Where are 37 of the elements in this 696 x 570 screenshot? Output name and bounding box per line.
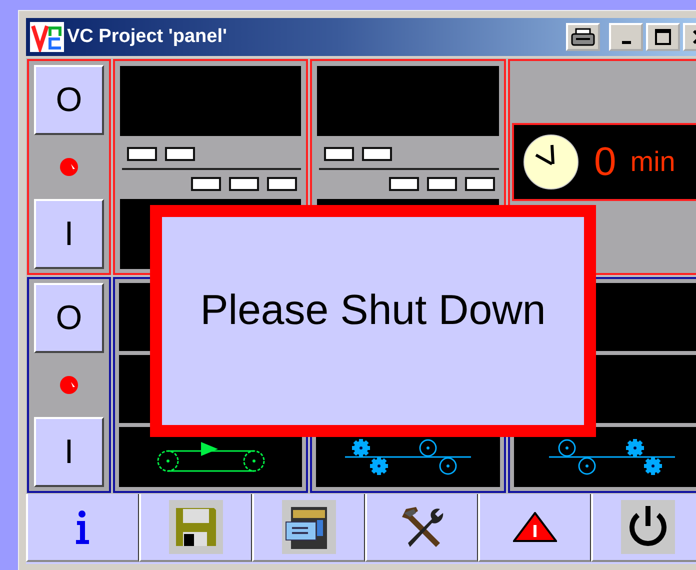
clock-icon: [522, 133, 580, 191]
status-light: [389, 177, 419, 191]
status-light: [191, 177, 221, 191]
warning-icon: [513, 512, 557, 542]
on-button[interactable]: I: [34, 199, 104, 269]
status-light: [324, 147, 354, 161]
info-button[interactable]: [26, 494, 139, 562]
app-logo-icon: [30, 22, 64, 52]
status-light: [229, 177, 259, 191]
power-icon: [621, 500, 675, 554]
status-light: [465, 177, 495, 191]
settings-button[interactable]: [365, 494, 478, 562]
maximize-button[interactable]: [646, 23, 680, 51]
print-button[interactable]: [566, 23, 600, 51]
timer-value: 0: [594, 140, 616, 184]
window-title: VC Project 'panel': [67, 26, 228, 48]
power-button[interactable]: [591, 494, 696, 562]
off-button[interactable]: O: [34, 283, 104, 353]
status-light: [427, 177, 457, 191]
status-light: [127, 147, 157, 161]
save-button[interactable]: [139, 494, 252, 562]
minimize-button[interactable]: [609, 23, 643, 51]
indicator-light-icon: [58, 156, 80, 178]
on-button[interactable]: I: [34, 417, 104, 487]
printer-icon: [571, 28, 595, 46]
file-cabinet-icon: [282, 500, 336, 554]
warning-button[interactable]: [478, 494, 591, 562]
archive-button[interactable]: [252, 494, 365, 562]
maximize-icon: [654, 28, 672, 46]
status-light: [267, 177, 297, 191]
timer-unit: min: [630, 146, 676, 178]
status-light: [362, 147, 392, 161]
minimize-icon: [622, 40, 630, 44]
dialog-message: Please Shut Down: [200, 286, 546, 334]
indicator-light-icon: [58, 374, 80, 396]
status-light: [165, 147, 195, 161]
off-button[interactable]: O: [34, 65, 104, 135]
